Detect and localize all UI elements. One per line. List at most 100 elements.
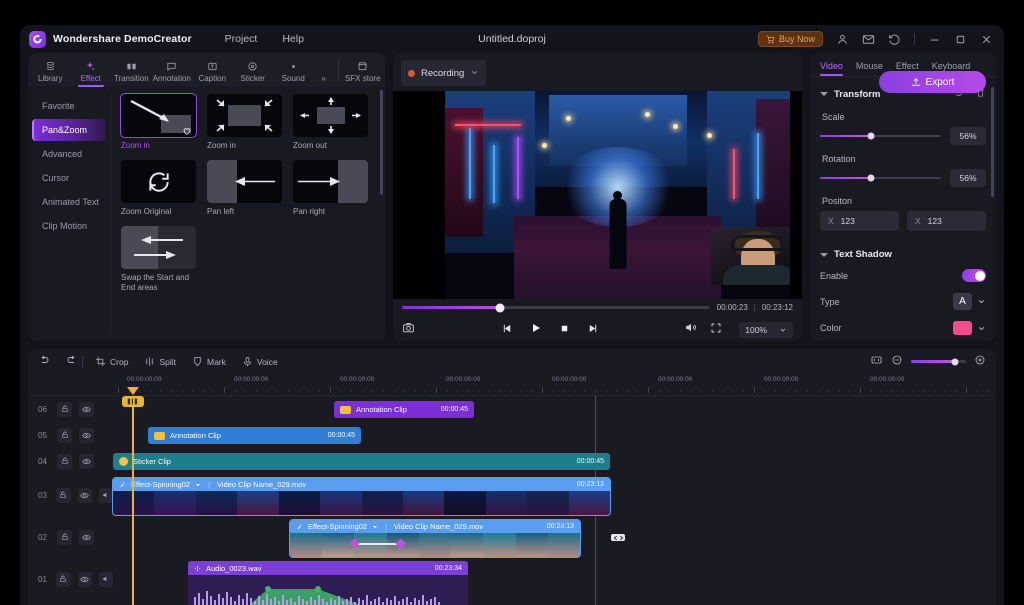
lock-icon[interactable] xyxy=(57,453,72,469)
chevron-down-icon[interactable] xyxy=(195,482,201,488)
menu-help[interactable]: Help xyxy=(282,33,304,45)
lock-icon[interactable] xyxy=(56,487,71,503)
properties-scrollbar[interactable] xyxy=(991,87,994,197)
effect-item-zoom-out[interactable]: Zoom out xyxy=(293,94,368,151)
category-clip-motion[interactable]: Clip Motion xyxy=(32,215,106,237)
chevron-down-icon[interactable] xyxy=(977,297,986,306)
close-button[interactable] xyxy=(980,33,993,46)
lock-icon[interactable] xyxy=(57,529,72,545)
clip-annotation-05[interactable]: Annotation Clip 00:00:45 xyxy=(148,427,361,444)
effect-item-zoom-in-arrow[interactable]: Zoom in xyxy=(120,93,197,151)
position-x-field[interactable]: X 123 xyxy=(820,211,899,231)
rotation-slider[interactable] xyxy=(820,174,941,182)
scale-value[interactable]: 56% xyxy=(950,127,986,145)
eye-icon[interactable] xyxy=(77,571,92,587)
playhead-handle[interactable] xyxy=(121,396,144,407)
maximize-button[interactable] xyxy=(954,33,967,46)
favorite-heart-icon[interactable] xyxy=(182,123,192,135)
webcam-overlay[interactable] xyxy=(711,227,790,285)
chevron-down-icon[interactable] xyxy=(977,324,986,333)
recording-source-dropdown[interactable]: Recording xyxy=(401,60,487,86)
mute-icon[interactable] xyxy=(98,571,113,587)
category-animated-text[interactable]: Animated Text xyxy=(32,191,106,213)
enable-toggle[interactable] xyxy=(962,269,986,282)
mute-icon[interactable] xyxy=(98,487,113,503)
clip-video-03[interactable]: Effect-Spinning02 | Video Clip Name_029.… xyxy=(112,477,611,516)
export-button[interactable]: Export xyxy=(879,71,986,93)
account-icon[interactable] xyxy=(836,33,849,46)
menu-project[interactable]: Project xyxy=(225,33,258,45)
category-pan-zoom[interactable]: Pan&Zoom xyxy=(32,119,106,141)
tab-effect[interactable]: Effect xyxy=(71,60,112,86)
timeline-ruler[interactable]: 00:00:00:00 00:00:00:00 00:00:00:00 00:0… xyxy=(28,374,996,396)
video-stage[interactable] xyxy=(393,91,802,299)
scale-slider[interactable] xyxy=(820,132,941,140)
fit-timeline-button[interactable] xyxy=(870,353,883,371)
buy-now-button[interactable]: Buy Now xyxy=(757,31,823,47)
effect-item-zoom-in-corners[interactable]: Zoom in xyxy=(207,94,282,151)
category-favorite[interactable]: Favorite xyxy=(32,95,106,117)
rotation-slider-knob[interactable] xyxy=(867,174,875,182)
position-y-field[interactable]: X 123 xyxy=(907,211,986,231)
preview-zoom-dropdown[interactable]: 100% xyxy=(739,322,793,338)
fullscreen-icon[interactable] xyxy=(710,321,722,339)
seek-bar[interactable] xyxy=(402,303,709,312)
tab-video[interactable]: Video xyxy=(820,61,843,76)
eye-icon[interactable] xyxy=(79,427,94,443)
tab-annotation[interactable]: Annotation xyxy=(152,60,193,86)
effect-item-swap-areas[interactable]: Swap the Start and End areas xyxy=(121,226,196,293)
zoom-out-button[interactable] xyxy=(891,353,903,371)
play-button[interactable] xyxy=(530,321,542,339)
next-frame-button[interactable] xyxy=(587,321,598,339)
clip-sticker-04[interactable]: Sticker Clip 00:00:45 xyxy=(113,453,610,470)
redo-button[interactable] xyxy=(66,353,78,371)
tab-sticker[interactable]: Sticker xyxy=(233,60,274,86)
minimize-button[interactable] xyxy=(928,33,941,46)
previous-frame-button[interactable] xyxy=(502,321,513,339)
effect-item-zoom-original[interactable]: Zoom Original xyxy=(121,160,196,217)
eye-icon[interactable] xyxy=(79,529,94,545)
tab-sound[interactable]: Sound xyxy=(273,60,314,86)
tab-sfx-store[interactable]: SFX store xyxy=(343,60,384,86)
effect-grid-scrollbar[interactable] xyxy=(380,90,383,195)
text-shadow-section-header[interactable]: Text Shadow xyxy=(820,249,986,260)
type-swatch[interactable]: A xyxy=(953,293,972,310)
undo-button[interactable] xyxy=(38,353,50,371)
crop-button[interactable]: Crop xyxy=(95,356,128,367)
clip-resize-handle[interactable] xyxy=(611,534,625,541)
eye-icon[interactable] xyxy=(79,401,94,417)
lock-icon[interactable] xyxy=(57,401,72,417)
tab-transition[interactable]: Transition xyxy=(111,60,152,86)
history-icon[interactable] xyxy=(888,33,901,46)
chevron-down-icon[interactable] xyxy=(372,524,378,530)
playhead[interactable] xyxy=(121,387,144,605)
lock-icon[interactable] xyxy=(56,571,71,587)
stop-button[interactable] xyxy=(559,321,570,339)
timeline-zoom-knob[interactable] xyxy=(951,358,959,365)
effect-item-pan-right[interactable]: Pan right xyxy=(293,160,368,217)
snapshot-button[interactable] xyxy=(402,321,415,339)
zoom-in-button[interactable] xyxy=(974,353,986,371)
tabs-overflow-button[interactable]: » xyxy=(314,74,334,86)
tab-caption[interactable]: Caption xyxy=(192,60,233,86)
clip-annotation-06[interactable]: Annotation Clip 00:00:45 xyxy=(334,401,474,418)
mark-button[interactable]: Mark xyxy=(192,356,226,367)
mail-icon[interactable] xyxy=(862,33,875,46)
category-advanced[interactable]: Advanced xyxy=(32,143,106,165)
tab-library[interactable]: Library xyxy=(30,60,71,86)
volume-icon[interactable] xyxy=(684,321,697,339)
clip-video-02[interactable]: Effect-Spinning02 | Video Clip Name_029.… xyxy=(289,519,581,558)
clip-audio-01[interactable]: Audio_0023.wav 00:23:34 xyxy=(188,561,468,605)
split-button[interactable]: Split xyxy=(144,356,176,367)
tab-mouse[interactable]: Mouse xyxy=(856,61,883,76)
rotation-value[interactable]: 56% xyxy=(950,169,986,187)
scale-slider-knob[interactable] xyxy=(867,132,875,140)
color-swatch[interactable] xyxy=(953,321,972,335)
effect-item-pan-left[interactable]: Pan left xyxy=(207,160,282,217)
eye-icon[interactable] xyxy=(77,487,92,503)
voice-button[interactable]: Voice xyxy=(242,356,278,367)
seek-knob[interactable] xyxy=(495,303,505,312)
lock-icon[interactable] xyxy=(57,427,72,443)
timeline-zoom-slider[interactable] xyxy=(911,358,966,365)
category-cursor[interactable]: Cursor xyxy=(32,167,106,189)
